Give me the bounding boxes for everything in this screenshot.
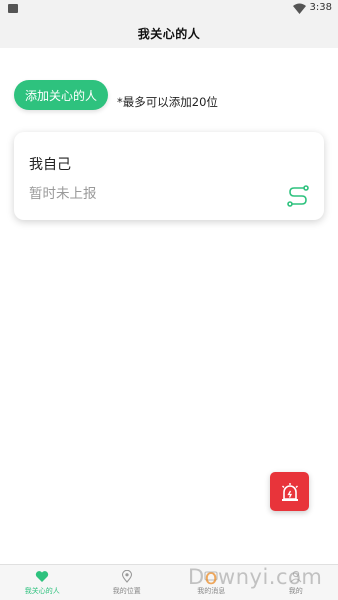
- heart-icon: [36, 571, 49, 582]
- contact-card[interactable]: 我自己 暂时未上报: [14, 132, 324, 220]
- alarm-icon: [281, 482, 298, 501]
- nav-label: 我的位置: [112, 587, 141, 595]
- nav-item-care[interactable]: 我关心的人: [0, 565, 85, 600]
- add-limit-hint: *最多可以添加20位: [117, 95, 218, 109]
- contact-name: 我自己: [29, 157, 71, 173]
- page-title: 我关心的人: [137, 26, 201, 41]
- alarm-button[interactable]: [270, 472, 309, 511]
- status-bar: 3:38: [0, 0, 338, 18]
- contact-status: 暂时未上报: [29, 186, 97, 202]
- screen: 3:38 我关心的人 添加关心的人 *最多可以添加20位 我自己 暂时未上报 我…: [0, 0, 338, 600]
- watermark-logo: Downyi.com: [188, 565, 323, 589]
- add-contact-button[interactable]: 添加关心的人: [14, 80, 108, 110]
- status-time: 3:38: [309, 2, 332, 13]
- nav-item-location[interactable]: 我的位置: [85, 565, 170, 600]
- notification-icon: [8, 4, 18, 13]
- app-header: 我关心的人: [0, 18, 338, 48]
- location-pin-icon: [121, 570, 132, 583]
- nav-label: 我关心的人: [24, 587, 60, 595]
- wifi-icon: [293, 3, 306, 14]
- route-icon[interactable]: [286, 184, 310, 208]
